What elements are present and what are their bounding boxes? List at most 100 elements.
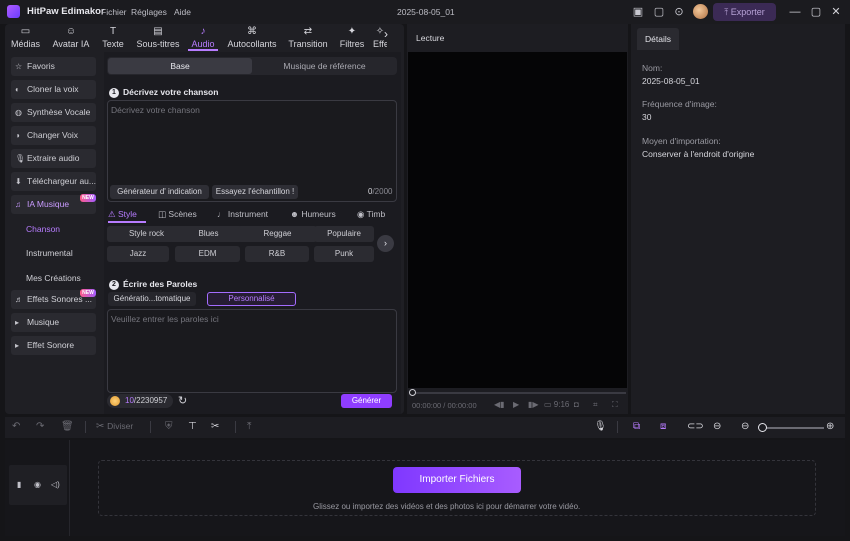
tag-jazz[interactable]: Jazz [107,246,169,262]
cut-silence-icon[interactable]: ✂ [211,421,219,432]
step1-heading: 1 Décrivez votre chanson [109,87,218,98]
user-avatar[interactable] [693,4,708,19]
style-tab-instrument[interactable]: ♩ Instrument [217,209,268,219]
text-tool-icon[interactable]: ⊤ [188,421,197,432]
lyrics-custom-button[interactable]: Personnalisé [207,292,296,306]
prev-frame-icon[interactable]: ◀▮ [494,400,505,409]
sidebar-item-changer-voix[interactable]: ◑ Changer Voix [11,126,96,145]
tab-texte[interactable]: T Texte [98,26,128,50]
tab-filtres[interactable]: ✦ Filtres [337,26,367,50]
delete-icon[interactable]: 🗑 [61,421,74,432]
tab-sous-titres[interactable]: ▤ Sous-titres [134,26,182,50]
play-icon[interactable]: ▶ [513,400,519,409]
maximize-icon[interactable]: ▢ [810,5,822,19]
menu-reglages[interactable]: Réglages [131,7,167,17]
zoom-out-icon[interactable]: ⊖ [741,421,749,432]
lyrics-auto-generate-button[interactable]: Génératio...tomatique [108,292,196,306]
sidebar-item-favoris[interactable]: ☆ Favoris [11,57,96,76]
zoom-in-icon[interactable]: ⊕ [826,421,834,432]
download-icon[interactable]: ⊙ [672,5,686,19]
track-visibility-icon[interactable]: ◉ [34,480,41,489]
style-tab-timbre[interactable]: ◉ Timb [357,209,395,220]
minimize-icon[interactable]: — [789,5,801,19]
close-icon[interactable]: ✕ [830,5,842,19]
track-toggle-icon[interactable]: ⊖ [713,421,721,432]
caret-right-icon: ▸ [15,341,20,350]
tags-next-chevron-icon[interactable]: › [377,235,394,252]
tag-punk[interactable]: Punk [314,246,374,262]
scene-icon: ◫ [158,209,169,219]
menu-aide[interactable]: Aide [174,7,191,17]
sidebar-item-extraire-audio[interactable]: 🎙 Extraire audio [11,149,96,168]
style-tab-style[interactable]: ⚠ Style [108,209,137,220]
menu-fichier[interactable]: Fichier [101,7,127,17]
fullscreen-icon[interactable]: ⛶ [612,400,618,410]
step2-number: 2 [109,280,119,290]
tab-transition[interactable]: ⇄ Transition [286,26,330,50]
drop-hint-text: Glissez ou importez des vidéos et des ph… [313,502,581,511]
undo-icon[interactable]: ↶ [12,421,20,432]
unlink-icon[interactable]: ⊂⊃ [687,421,704,432]
tag-reggae[interactable]: Reggae [238,226,317,242]
crop-icon[interactable]: ⌗ [593,400,598,410]
seek-bar[interactable] [412,392,626,394]
sidebar-item-cloner-voix[interactable]: ◐ Cloner la voix [11,80,96,99]
export-frame-icon[interactable]: ⤒ [247,421,251,432]
caret-right-icon: ▸ [15,318,20,327]
tab-details[interactable]: Détails [637,28,679,50]
sidebar-sub-mes-creations[interactable]: Mes Créations [26,273,81,283]
tabs-next-chevron-icon[interactable]: › [384,27,388,41]
step2-heading: 2 Écrire des Paroles [109,279,197,290]
mic-icon: 🎙 [15,154,26,163]
feedback-icon[interactable]: ▢ [652,5,666,19]
sidebar-item-telechargeur[interactable]: ⬇ Téléchargeur au... [11,172,96,191]
tag-rnb[interactable]: R&B [245,246,309,262]
snapshot-icon[interactable]: ◘ [574,400,579,409]
zoom-slider[interactable] [766,427,824,429]
ai-music-icon: ♫ [15,200,21,209]
refresh-icon[interactable]: ↻ [178,394,187,407]
export-button[interactable]: ⤒ Exporter [713,3,776,21]
detail-name-value: 2025-08-05_01 [642,76,700,86]
link-icon[interactable]: ⧉ [633,421,640,432]
layout-icon[interactable]: ▣ [631,5,645,19]
zoom-slider-handle[interactable] [758,423,767,432]
seek-handle[interactable] [409,389,416,396]
try-sample-button[interactable]: Essayez l'échantillon ! [212,185,298,199]
shield-icon[interactable]: ⛨ [165,421,173,432]
mode-reference-button[interactable]: Musique de référence [253,58,396,74]
detail-import-value: Conserver à l'endroit d'origine [642,149,755,159]
aspect-ratio-selector[interactable]: ▭ 9:16 [544,400,569,409]
mode-base-button[interactable]: Base [108,58,252,74]
tag-populaire[interactable]: Populaire [314,226,374,242]
toolbar-divider [617,421,618,433]
track-settings-icon[interactable]: ▮ [17,480,21,489]
tab-avatar-ia[interactable]: ☺ Avatar IA [50,26,92,50]
magnet-icon[interactable]: ⧈ [660,421,666,432]
sidebar-sub-instrumental[interactable]: Instrumental [26,248,73,258]
style-tab-scenes[interactable]: ◫ Scènes [158,209,197,220]
track-audio-icon[interactable]: ◁) [51,480,60,489]
prompt-generator-button[interactable]: Générateur d' indication [110,185,209,199]
tag-blues[interactable]: Blues [169,226,248,242]
tag-edm[interactable]: EDM [175,246,240,262]
filter-icon: ✦ [347,26,357,37]
tab-autocollants[interactable]: ⌘ Autocollants [224,26,280,50]
record-mic-icon[interactable]: 🎙 [594,421,607,432]
document-title: 2025-08-05_01 [397,7,455,17]
split-button[interactable]: ✂ Diviser [96,421,133,432]
sidebar-item-effet-sonore[interactable]: ▸ Effet Sonore [11,336,96,355]
voice-change-icon: ◑ [15,131,20,140]
tab-medias[interactable]: ▭ Médias [8,26,43,50]
sidebar-item-synthese-vocale[interactable]: ◍ Synthèse Vocale [11,103,96,122]
tab-audio[interactable]: ♪ Audio [188,26,218,50]
lyrics-placeholder: Veuillez entrer les paroles ici [111,314,219,324]
style-tab-humeurs[interactable]: ☻ Humeurs [290,209,336,219]
redo-icon[interactable]: ↷ [36,421,44,432]
app-name: HitPaw Edimakor [27,6,105,17]
next-frame-icon[interactable]: ▮▶ [528,400,539,409]
generate-button[interactable]: Générer [341,394,392,408]
import-files-button[interactable]: Importer Fichiers [393,467,521,493]
sidebar-item-musique[interactable]: ▸ Musique [11,313,96,332]
sidebar-sub-chanson[interactable]: Chanson [26,224,60,234]
